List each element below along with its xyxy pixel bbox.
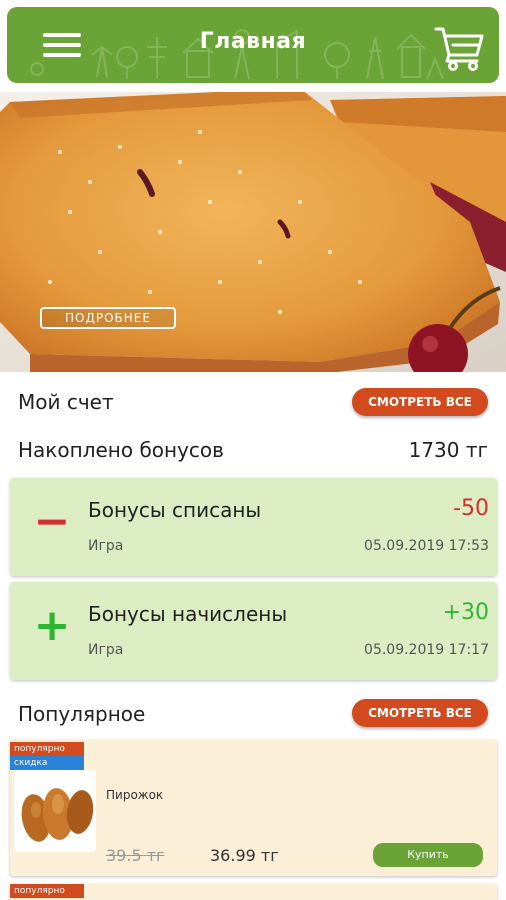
more-details-button[interactable]: ПОДРОБНЕЕ (40, 307, 176, 329)
buy-button[interactable]: Купить (373, 843, 483, 867)
banner-image (0, 92, 506, 372)
app-header: Главная (7, 7, 499, 83)
product-name: Пирожок (106, 788, 164, 802)
sale-badge: скидка (10, 756, 84, 770)
product-new-price: 36.99 тг (210, 846, 279, 865)
cart-icon[interactable] (433, 25, 485, 71)
popular-title: Популярное (18, 702, 146, 726)
transaction-card[interactable]: + Бонусы начислены Игра +30 05.09.2019 1… (10, 582, 497, 680)
account-title: Мой счет (18, 390, 114, 414)
popular-see-all-button[interactable]: СМОТРЕТЬ ВСЕ (352, 699, 488, 727)
transaction-source: Игра (88, 642, 124, 658)
transaction-card[interactable]: − Бонусы списаны Игра -50 05.09.2019 17:… (10, 478, 497, 576)
transaction-title: Бонусы списаны (88, 498, 262, 522)
plus-icon: + (33, 600, 71, 651)
account-see-all-button[interactable]: СМОТРЕТЬ ВСЕ (352, 388, 488, 416)
transaction-date: 05.09.2019 17:53 (364, 538, 489, 554)
promo-banner[interactable]: ПОДРОБНЕЕ (0, 92, 506, 372)
accumulated-bonus-value: 1730 тг (408, 438, 488, 462)
product-image (14, 770, 96, 852)
accumulated-bonus-label: Накоплено бонусов (18, 438, 224, 462)
page-title: Главная (199, 29, 307, 54)
popular-badge: популярно (10, 884, 84, 898)
transaction-source: Игра (88, 538, 124, 554)
product-old-price: 39.5 тг (106, 846, 165, 865)
transaction-amount: +30 (442, 600, 489, 625)
popular-badge: популярно (10, 742, 84, 756)
product-card[interactable]: популярно скидка Пирожок 39.5 тг 36.99 т… (10, 740, 497, 876)
accumulated-bonus-row: Накоплено бонусов 1730 тг (18, 438, 488, 462)
transaction-title: Бонусы начислены (88, 602, 288, 626)
minus-icon: − (33, 496, 71, 547)
product-card[interactable]: популярно (10, 884, 497, 900)
transaction-date: 05.09.2019 17:17 (364, 642, 489, 658)
transaction-amount: -50 (453, 496, 489, 521)
